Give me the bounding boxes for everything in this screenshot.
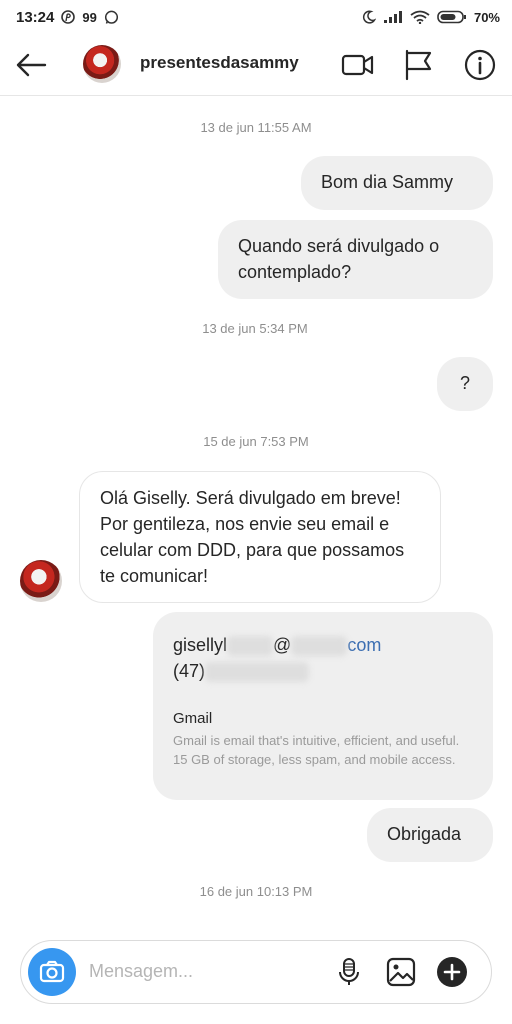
message-sent[interactable]: Obrigada	[367, 808, 493, 862]
message-received[interactable]: Olá Giselly. Será divulgado em breve! Po…	[79, 471, 441, 603]
link-preview-card[interactable]: gisellyl @ com (47) Gmail Gmail is email t…	[153, 612, 493, 800]
message-sent[interactable]: ?	[437, 357, 493, 411]
camera-icon	[39, 960, 65, 983]
video-call-icon[interactable]	[341, 48, 375, 82]
email-domain-suffix[interactable]: com	[347, 635, 381, 655]
message-sent[interactable]: Quando será divulgado o contemplado?	[218, 220, 493, 299]
message-composer: Mensagem...	[20, 940, 492, 1004]
back-arrow-icon[interactable]	[14, 48, 48, 82]
timestamp: 16 de jun 10:13 PM	[199, 884, 313, 899]
timestamp: 13 de jun 11:55 AM	[200, 120, 312, 135]
message-input[interactable]: Mensagem...	[89, 961, 193, 982]
microphone-icon[interactable]	[333, 956, 365, 988]
phone-text: (47)	[173, 658, 473, 684]
preview-description: Gmail is email that's intuitive, efficie…	[173, 733, 460, 767]
signal-icon	[383, 11, 402, 23]
redacted-blur	[227, 636, 274, 657]
wifi-icon	[410, 10, 430, 24]
status-bar: 13:24 99 70%	[0, 0, 512, 34]
info-icon[interactable]	[463, 48, 497, 82]
battery-percent: 70%	[473, 9, 500, 25]
email-prefix: gisellyl	[173, 635, 228, 655]
sender-avatar[interactable]	[20, 560, 62, 602]
status-time: 13:24	[16, 8, 55, 26]
gallery-icon[interactable]	[385, 956, 417, 988]
profile-avatar[interactable]	[83, 45, 121, 83]
redacted-blur	[291, 636, 348, 657]
timestamp: 15 de jun 7:53 PM	[203, 434, 309, 449]
battery-icon	[437, 10, 466, 24]
email-at: @	[273, 635, 292, 655]
flag-icon[interactable]	[401, 48, 435, 82]
phone-prefix: (47)	[173, 661, 206, 681]
whatsapp-icon	[104, 10, 118, 24]
moon-icon	[362, 10, 376, 24]
timestamp: 13 de jun 5:34 PM	[202, 321, 308, 336]
redacted-blur	[205, 662, 310, 683]
notification-count: 99	[82, 9, 97, 25]
preview-title: Gmail	[173, 710, 213, 727]
camera-button[interactable]	[28, 948, 76, 996]
pinterest-icon	[61, 10, 76, 24]
chat-header: presentesdasammy	[0, 34, 512, 96]
message-sent[interactable]: Bom dia Sammy	[301, 156, 493, 210]
add-circle-icon[interactable]	[436, 956, 468, 988]
chat-username[interactable]: presentesdasammy	[140, 53, 299, 73]
email-text: gisellyl @ com	[173, 632, 473, 658]
